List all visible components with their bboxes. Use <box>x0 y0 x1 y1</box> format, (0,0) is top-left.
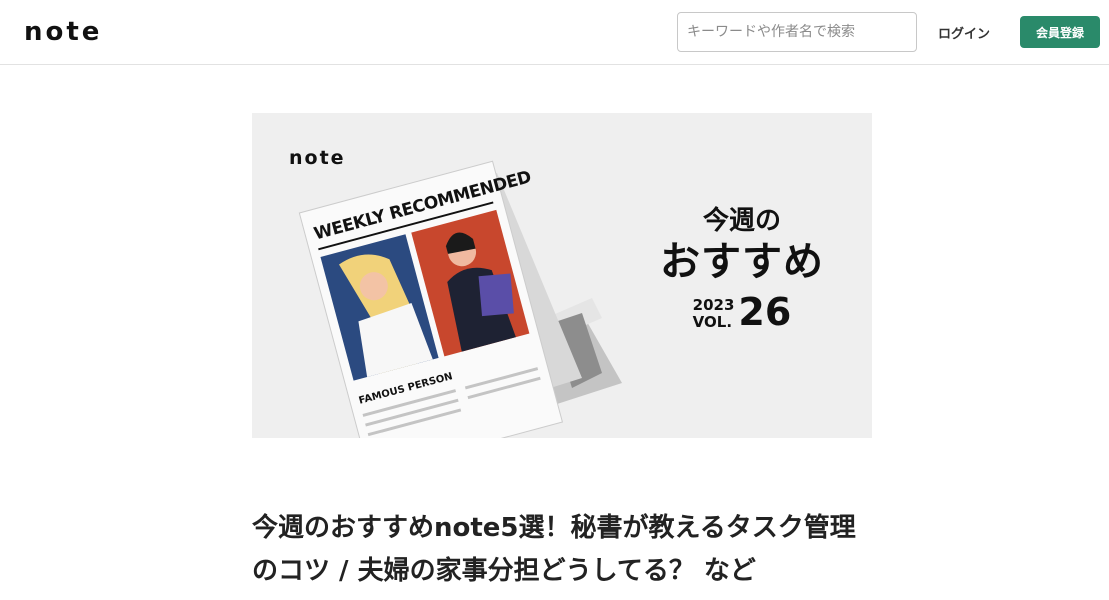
hero-banner[interactable]: note WEEKLY RECOMMENDED FAMOUS PERSON 今週… <box>252 113 872 438</box>
site-header: note ログイン 会員登録 <box>0 0 1109 65</box>
hero-volume: 2023 VOL. 26 <box>652 293 832 331</box>
signup-button[interactable]: 会員登録 <box>1020 16 1100 48</box>
hero-vol-number: 26 <box>738 290 792 334</box>
hero-year: 2023 <box>692 296 735 314</box>
hero-line1: 今週の <box>702 206 781 236</box>
note-logo[interactable]: note <box>24 18 102 46</box>
hero-vol-label: VOL. <box>692 313 733 331</box>
magazine-cover: WEEKLY RECOMMENDED FAMOUS PERSON <box>298 160 564 438</box>
article-title: 今週のおすすめnote5選！秘書が教えるタスク管理のコツ / 夫婦の家事分担どう… <box>252 513 856 586</box>
login-button[interactable]: ログイン <box>928 16 1000 48</box>
search-input[interactable] <box>677 12 917 52</box>
hero-headline: 今週の おすすめ 2023 VOL. 26 <box>652 205 832 331</box>
hero-line2: おすすめ <box>660 239 824 285</box>
